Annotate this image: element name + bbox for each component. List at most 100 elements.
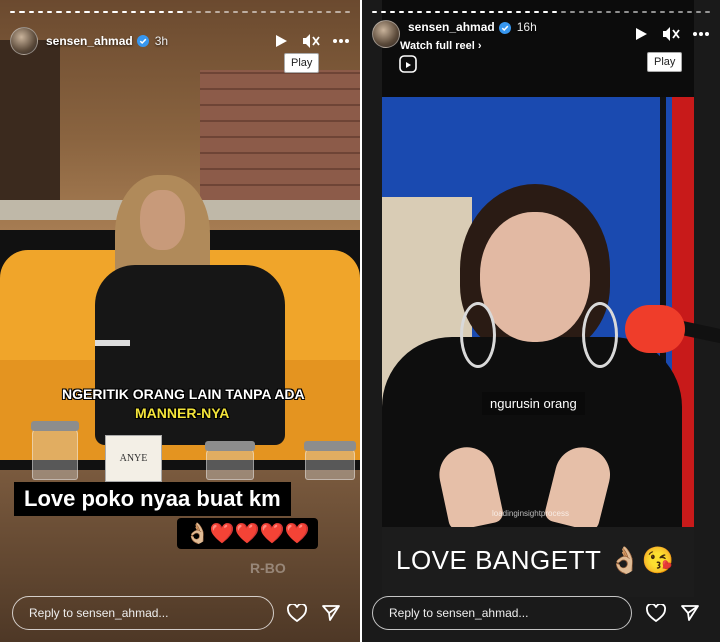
progress-segment bbox=[279, 11, 285, 13]
username[interactable]: sensen_ahmad bbox=[46, 34, 133, 48]
progress-segment bbox=[214, 11, 220, 13]
candy-jar bbox=[31, 421, 79, 480]
brick-wall bbox=[200, 70, 360, 200]
progress-segment bbox=[140, 11, 146, 13]
more-icon[interactable] bbox=[332, 32, 350, 50]
reply-input[interactable]: Reply to sensen_ahmad... bbox=[12, 596, 274, 630]
progress-segment bbox=[270, 11, 276, 13]
reply-placeholder: Reply to sensen_ahmad... bbox=[29, 606, 169, 620]
play-icon[interactable] bbox=[272, 32, 290, 50]
avatar[interactable] bbox=[10, 27, 38, 55]
progress-segment bbox=[223, 11, 230, 13]
progress-segment bbox=[543, 11, 548, 13]
heart-icon[interactable] bbox=[286, 602, 308, 624]
progress-segment bbox=[651, 11, 656, 13]
story-left: ANYE NGERITIK ORANG LAIN TANPA ADA MANNE… bbox=[0, 0, 360, 642]
progress-segment bbox=[19, 11, 25, 13]
progress-segment bbox=[390, 11, 395, 13]
progress-segment bbox=[195, 11, 202, 13]
progress-segment bbox=[561, 11, 566, 13]
watch-full-reel-link[interactable]: Watch full reel › bbox=[400, 40, 482, 52]
person-body bbox=[382, 337, 682, 527]
earring bbox=[460, 302, 496, 368]
progress-segment bbox=[47, 11, 53, 13]
progress-segment bbox=[130, 11, 137, 13]
progress-segment bbox=[408, 11, 413, 13]
progress-segment bbox=[399, 11, 404, 13]
time-ago: 3h bbox=[154, 34, 169, 48]
watermark: R-BO bbox=[250, 560, 286, 576]
progress-segment bbox=[261, 11, 267, 13]
progress-segment bbox=[588, 11, 593, 13]
mute-icon[interactable] bbox=[302, 32, 320, 50]
progress-segment bbox=[570, 11, 575, 13]
progress-segment bbox=[417, 11, 422, 13]
progress-segment bbox=[177, 11, 183, 13]
progress-segment bbox=[552, 11, 557, 13]
person-face bbox=[140, 190, 185, 250]
progress-segment bbox=[615, 11, 620, 13]
time-ago: 16h bbox=[516, 20, 537, 34]
reel-icon bbox=[399, 55, 417, 73]
reel-video[interactable]: ngurusin orang loadinginsightprocess bbox=[382, 97, 720, 533]
verified-icon bbox=[136, 35, 149, 47]
shelf bbox=[0, 40, 60, 220]
progress-segment bbox=[678, 11, 683, 13]
progress-segment bbox=[705, 11, 710, 13]
avatar[interactable] bbox=[372, 20, 400, 48]
play-icon[interactable] bbox=[632, 25, 650, 43]
send-icon[interactable] bbox=[320, 602, 342, 624]
progress-segment bbox=[186, 11, 192, 13]
progress-segment bbox=[660, 11, 665, 13]
progress-segment bbox=[687, 11, 692, 13]
candy-jar bbox=[205, 441, 255, 480]
progress-segment bbox=[579, 11, 584, 13]
jacket-stripe bbox=[95, 340, 130, 346]
video-brand-watermark: loadinginsightprocess bbox=[492, 509, 569, 518]
verified-icon bbox=[498, 22, 511, 34]
progress-segment bbox=[75, 11, 81, 13]
reply-input[interactable]: Reply to sensen_ahmad... bbox=[372, 596, 632, 630]
send-icon[interactable] bbox=[679, 602, 701, 624]
progress-segment bbox=[37, 11, 44, 13]
progress-segment bbox=[435, 11, 440, 13]
progress-segment bbox=[498, 11, 503, 13]
username[interactable]: sensen_ahmad bbox=[408, 20, 495, 34]
story-progress-bar bbox=[372, 11, 710, 14]
progress-segment bbox=[480, 11, 485, 13]
video-caption-line1: NGERITIK ORANG LAIN TANPA ADA bbox=[62, 386, 305, 402]
story-right: ngurusin orang loadinginsightprocess LOV… bbox=[362, 0, 720, 642]
progress-segment bbox=[10, 11, 16, 13]
emoji-overlay: 👌🏼😘 bbox=[608, 545, 675, 575]
play-tooltip: Play bbox=[284, 53, 320, 73]
story-text-overlay: LOVE BANGETT 👌🏼😘 bbox=[396, 545, 675, 575]
reply-placeholder: Reply to sensen_ahmad... bbox=[389, 606, 529, 620]
heart-icon[interactable] bbox=[645, 602, 667, 624]
progress-segment bbox=[56, 11, 62, 13]
story-text-overlay-box: LOVE BANGETT 👌🏼😘 bbox=[382, 527, 694, 597]
progress-segment bbox=[233, 11, 239, 13]
progress-segment bbox=[597, 11, 602, 13]
progress-segment bbox=[516, 11, 521, 13]
more-icon[interactable] bbox=[692, 25, 710, 43]
progress-segment bbox=[288, 11, 295, 13]
progress-segment bbox=[84, 11, 90, 13]
progress-segment bbox=[28, 11, 34, 13]
progress-segment bbox=[624, 11, 629, 13]
progress-segment bbox=[489, 11, 494, 13]
progress-segment bbox=[669, 11, 674, 13]
progress-segment bbox=[112, 11, 118, 13]
progress-segment bbox=[65, 11, 72, 13]
progress-segment bbox=[642, 11, 647, 13]
progress-segment bbox=[462, 11, 467, 13]
progress-segment bbox=[335, 11, 341, 13]
progress-segment bbox=[326, 11, 332, 13]
play-tooltip: Play bbox=[647, 52, 683, 72]
progress-segment bbox=[381, 11, 386, 13]
progress-segment bbox=[102, 11, 109, 13]
mute-icon[interactable] bbox=[662, 25, 680, 43]
progress-segment bbox=[525, 11, 530, 13]
microphone bbox=[625, 305, 685, 353]
earring bbox=[582, 302, 618, 368]
progress-segment bbox=[344, 11, 350, 13]
